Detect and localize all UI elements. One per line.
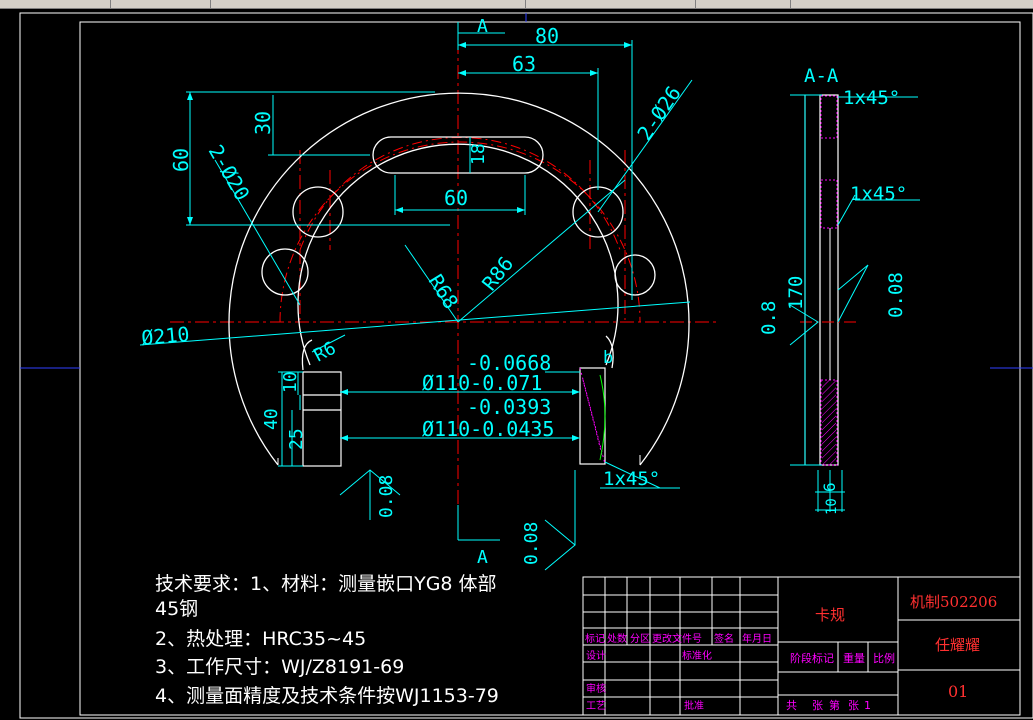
hdr-shenhe: 审核 [586, 682, 606, 695]
dim-10: 10 [280, 371, 301, 393]
hole-right-lower [614, 254, 656, 296]
chamfer-2: 1x45° [843, 87, 900, 109]
dim-60-horz: 60 [444, 186, 468, 210]
dim-40: 40 [261, 408, 282, 430]
note-line-5: 4、测量面精度及技术条件按WJ1153-79 [155, 685, 499, 707]
hdr-pizhun: 批准 [684, 699, 704, 712]
hdr-sheji: 设计 [586, 649, 606, 662]
thickness-08: 0.8 [758, 301, 780, 335]
left-jaw [302, 371, 342, 467]
cad-drawing-canvas[interactable]: A 80 63 60 30 18 60 2-Ø26 2-Ø20 R86 R68 … [0, 0, 1033, 720]
dim-60-vert: 60 [169, 148, 193, 172]
hdr-chushu: 处数 [607, 632, 627, 645]
holes-26: 2-Ø26 [632, 81, 686, 144]
hdr-fenqu: 分区 [630, 633, 650, 645]
hdr-jieduan: 阶段标记 [790, 651, 834, 665]
roughness-main: 0.08 [376, 475, 397, 518]
note-line-4: 3、工作尺寸：WJ/Z8191-69 [155, 656, 404, 678]
drawing-svg: A 80 63 60 30 18 60 2-Ø26 2-Ø20 R86 R68 … [19, 12, 1033, 719]
tol-upper-2: -0.0393 [467, 395, 551, 419]
hdr-zhang2: 张 [848, 699, 859, 712]
hdr-qianming: 签名 [714, 632, 734, 645]
dia-110-1: Ø110-0.071 [422, 371, 542, 395]
radius-68: R68 [424, 270, 463, 313]
hdr-gongyi: 工艺 [586, 700, 606, 712]
thickness-6: 6 [820, 482, 839, 492]
hdr-di: 第 [829, 698, 840, 712]
drawing-number: 机制502206 [910, 593, 997, 611]
hdr-gengai: 更改文件号 [652, 632, 702, 645]
hdr-gong: 共 [786, 699, 797, 712]
note-line-3: 2、热处理：HRC35~45 [155, 628, 366, 650]
technical-notes: 技术要求：1、材料：测量嵌口YG8 体部 45钢 2、热处理：HRC35~45 … [155, 573, 499, 707]
hdr-zhongliang: 重量 [843, 651, 865, 665]
hdr-one: 1 [864, 699, 871, 712]
hdr-zhang: 张 [812, 699, 823, 712]
holes-20: 2-Ø20 [204, 141, 255, 205]
part-name: 卡规 [815, 606, 845, 624]
dia-110-2: Ø110-0.0435 [422, 417, 554, 441]
hdr-nianyueri: 年月日 [742, 632, 772, 645]
note-line-1: 技术要求：1、材料：测量嵌口YG8 体部 [155, 573, 497, 595]
dim-63: 63 [512, 52, 536, 76]
hdr-biaozhunhua: 标准化 [682, 649, 712, 662]
designer-name: 任耀耀 [935, 636, 980, 654]
cut-label-top: A [477, 16, 488, 37]
note-line-2: 45钢 [155, 598, 198, 620]
radius-86: R86 [477, 252, 518, 295]
dia-210: Ø210 [140, 322, 190, 350]
dim-25: 25 [286, 428, 307, 450]
roughness-right: 0.08 [885, 272, 907, 318]
section-view: A-A 1x45° 1x45° 170 0.8 0.08 6 10 [758, 65, 920, 515]
dim-18: 18 [468, 143, 489, 165]
dim-170: 170 [785, 276, 807, 310]
small-b: b [603, 348, 613, 368]
main-view: A 80 63 60 30 18 60 2-Ø26 2-Ø20 R86 R68 … [139, 16, 720, 571]
roughness-bottom: 0.08 [521, 522, 542, 565]
hdr-bili: 比例 [873, 651, 895, 665]
dim-30: 30 [251, 111, 275, 135]
hdr-biaoji: 标记 [585, 633, 605, 645]
thickness-10: 10 [824, 498, 840, 515]
title-block-text: 卡规 机制502206 任耀耀 01 标记 处数 分区 更改文件号 签名 年月日… [585, 593, 997, 712]
cut-label-bottom: A [477, 547, 488, 568]
dim-80: 80 [535, 24, 559, 48]
outer-arc [228, 92, 690, 466]
radius-6: R6 [310, 338, 339, 367]
view-title: A-A [804, 65, 839, 87]
chamfer-3: 1x45° [850, 183, 907, 205]
chamfer-1: 1x45° [603, 468, 660, 490]
sheet-number: 01 [948, 682, 968, 701]
